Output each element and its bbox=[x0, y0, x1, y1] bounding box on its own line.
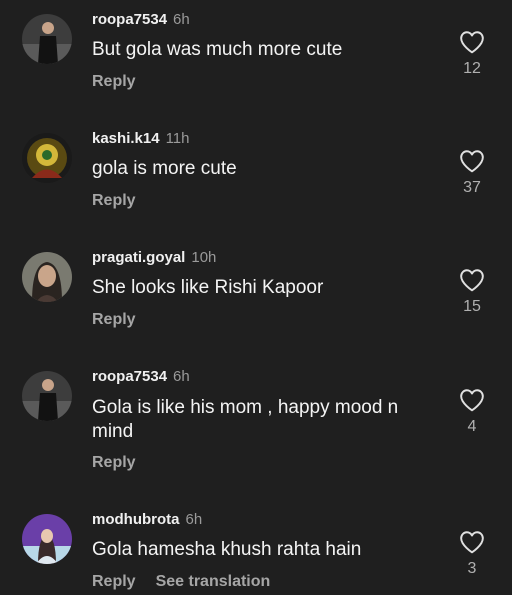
comment-text: Gola hamesha khush rahta hain bbox=[92, 539, 362, 560]
avatar-woman-dark-dress-icon bbox=[22, 14, 72, 64]
reply-button[interactable]: Reply bbox=[92, 73, 136, 90]
username[interactable]: pragati.goyal bbox=[92, 249, 185, 266]
username[interactable]: roopa7534 bbox=[92, 11, 167, 28]
like-count: 3 bbox=[467, 560, 477, 577]
username[interactable]: modhubrota bbox=[92, 511, 180, 528]
avatar-woman-dark-dress-icon bbox=[22, 371, 72, 421]
comment-text: But gola was much more cute bbox=[92, 39, 343, 60]
username[interactable]: kashi.k14 bbox=[92, 130, 160, 147]
heart-icon[interactable] bbox=[459, 149, 485, 173]
avatar-woman-portrait-icon bbox=[22, 252, 72, 302]
heart-icon[interactable] bbox=[459, 30, 485, 54]
timestamp: 6h bbox=[173, 368, 190, 385]
avatar[interactable] bbox=[22, 371, 72, 421]
avatar-deity-yellow-icon bbox=[22, 133, 72, 183]
avatar[interactable] bbox=[22, 14, 72, 64]
heart-icon[interactable] bbox=[459, 530, 485, 554]
heart-icon[interactable] bbox=[459, 388, 485, 412]
timestamp: 11h bbox=[165, 130, 190, 147]
avatar[interactable] bbox=[22, 252, 72, 302]
reply-button[interactable]: Reply bbox=[92, 454, 136, 471]
comment-text: gola is more cute bbox=[92, 158, 237, 179]
timestamp: 10h bbox=[191, 249, 217, 266]
reply-button[interactable]: Reply bbox=[92, 573, 136, 590]
timestamp: 6h bbox=[185, 511, 203, 528]
reply-button[interactable]: Reply bbox=[92, 311, 136, 328]
avatar[interactable] bbox=[22, 514, 72, 564]
like-count: 37 bbox=[463, 179, 481, 196]
comment-text: Gola is like his mom , happy mood n mind bbox=[92, 397, 399, 442]
heart-icon[interactable] bbox=[459, 268, 485, 292]
see-translation-button[interactable]: See translation bbox=[156, 573, 271, 590]
like-count: 12 bbox=[463, 60, 481, 77]
comment-text: She looks like Rishi Kapoor bbox=[92, 277, 324, 298]
timestamp: 6h bbox=[173, 11, 190, 28]
username[interactable]: roopa7534 bbox=[92, 368, 167, 385]
avatar[interactable] bbox=[22, 133, 72, 183]
reply-button[interactable]: Reply bbox=[92, 192, 136, 209]
like-count: 15 bbox=[463, 298, 481, 315]
avatar-woman-purple-icon bbox=[22, 514, 72, 564]
like-count: 4 bbox=[467, 418, 477, 435]
